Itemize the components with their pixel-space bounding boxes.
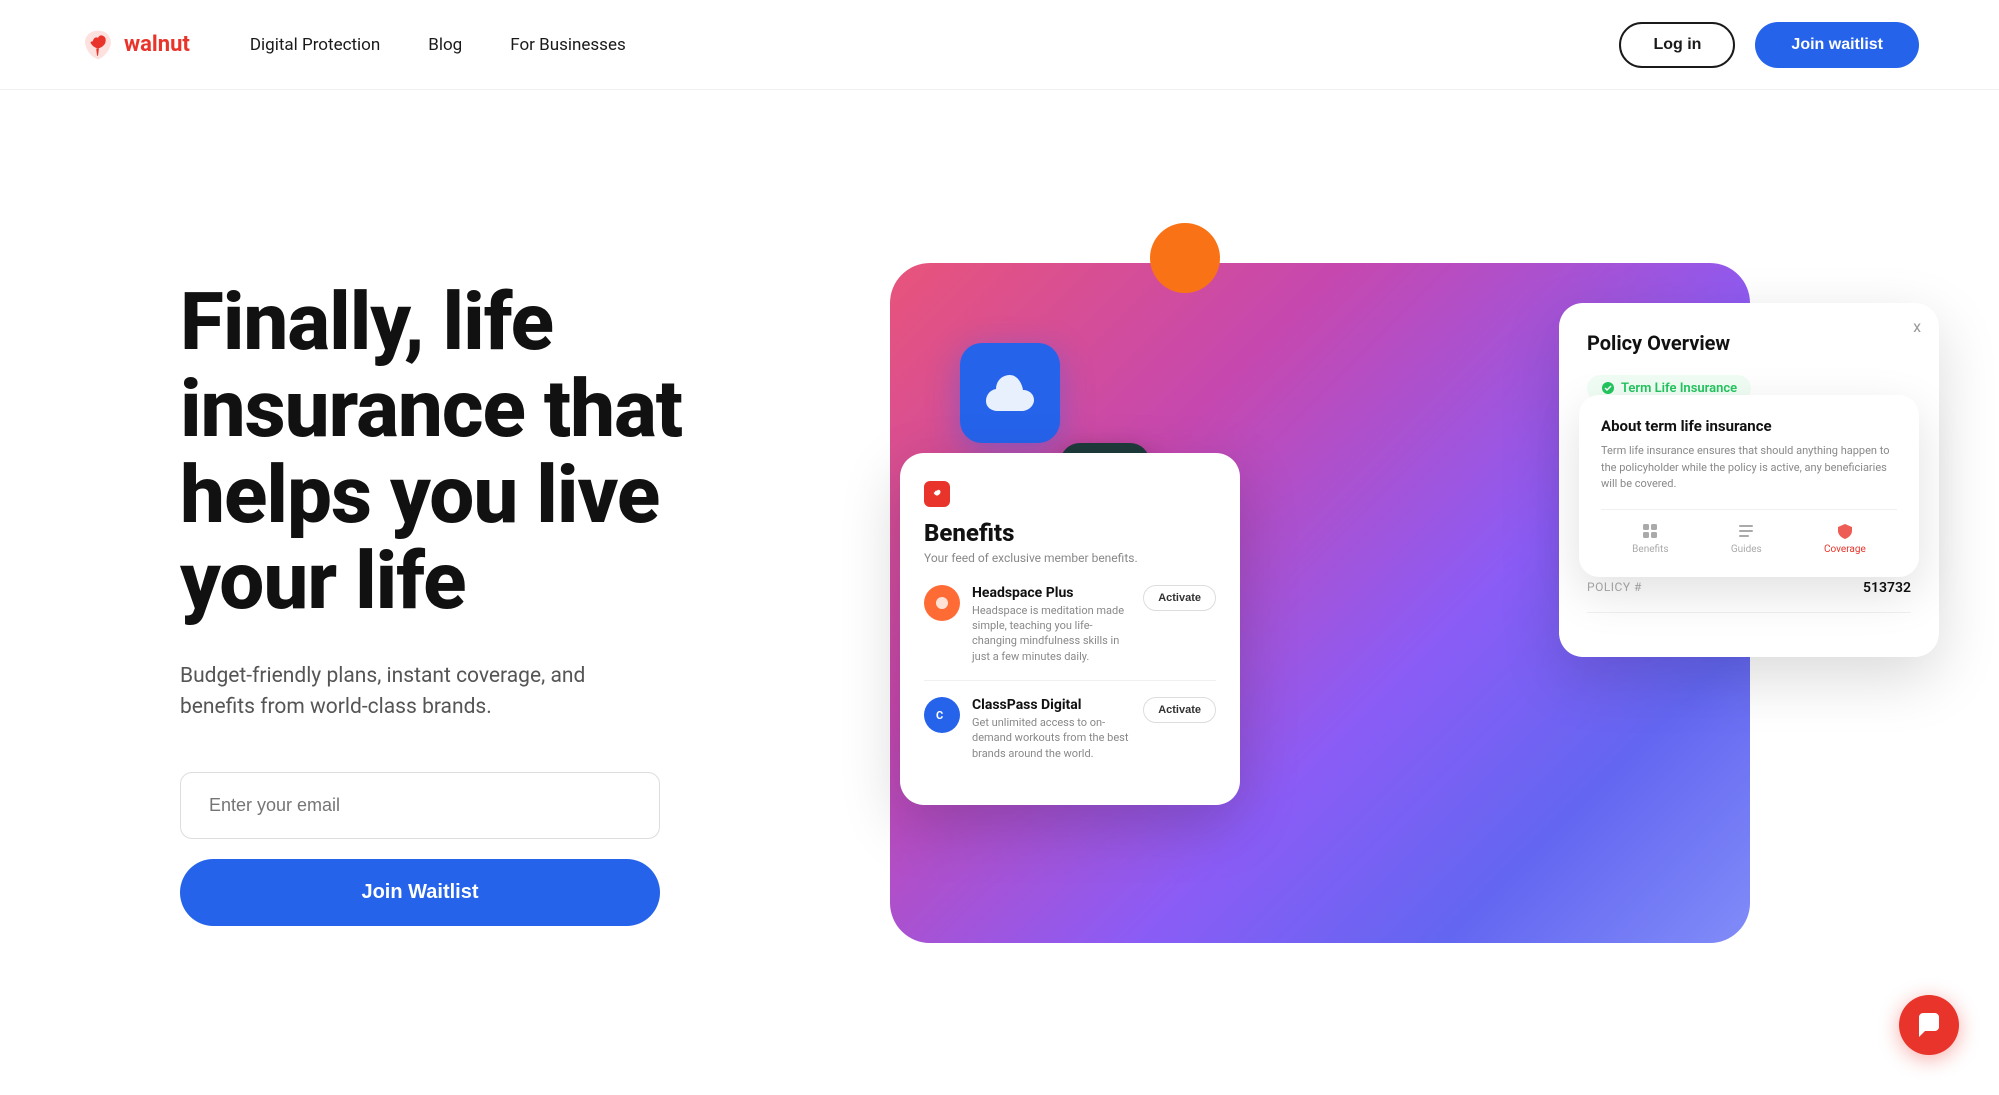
- chat-icon: [1915, 1011, 1943, 1039]
- close-button[interactable]: x: [1913, 317, 1921, 336]
- classpass-activate-button[interactable]: Activate: [1143, 697, 1216, 723]
- hero-heading: Finally, life insurance that helps you l…: [180, 279, 740, 625]
- walnut-logo-icon: [80, 27, 116, 63]
- headspace-name: Headspace Plus: [972, 585, 1131, 601]
- classpass-info: ClassPass Digital Get unlimited access t…: [972, 697, 1131, 761]
- policy-badge-text: Term Life Insurance: [1621, 381, 1737, 396]
- benefits-subtitle: Your feed of exclusive member benefits.: [924, 551, 1216, 565]
- policy-card: x Policy Overview Term Life Insurance CO…: [1559, 303, 1939, 657]
- policy-divider-2: [1587, 612, 1911, 613]
- tab-bar: Benefits Guides Cove: [1601, 509, 1897, 555]
- tab-guides[interactable]: Guides: [1731, 522, 1762, 555]
- nav-links: Digital Protection Blog For Businesses: [250, 35, 1620, 55]
- benefits-tab-icon: [1641, 522, 1659, 540]
- cloud-icon: [980, 363, 1040, 423]
- headspace-info: Headspace Plus Headspace is meditation m…: [972, 585, 1131, 665]
- headspace-icon: [924, 585, 960, 621]
- nav-link-digital-protection[interactable]: Digital Protection: [250, 35, 380, 55]
- logo-text: walnut: [124, 32, 190, 57]
- classpass-logo: C: [932, 705, 952, 725]
- about-title: About term life insurance: [1601, 417, 1897, 435]
- hero-illustration: Benefits Your feed of exclusive member b…: [840, 203, 1919, 1003]
- join-waitlist-hero-button[interactable]: Join Waitlist: [180, 859, 660, 926]
- policy-number-value: 513732: [1863, 580, 1911, 596]
- hero-subtext: Budget-friendly plans, instant coverage,…: [180, 661, 660, 724]
- tab-benefits-label: Benefits: [1632, 544, 1668, 555]
- navigation: walnut Digital Protection Blog For Busin…: [0, 0, 1999, 90]
- headspace-logo: [932, 593, 952, 613]
- login-button[interactable]: Log in: [1619, 22, 1735, 68]
- about-term-card: About term life insurance Term life insu…: [1579, 395, 1919, 577]
- nav-actions: Log in Join waitlist: [1619, 22, 1919, 68]
- classpass-name: ClassPass Digital: [972, 697, 1131, 713]
- policy-title: Policy Overview: [1587, 331, 1911, 355]
- benefit-item-classpass: C ClassPass Digital Get unlimited access…: [924, 697, 1216, 777]
- chat-bubble-button[interactable]: [1899, 995, 1959, 1055]
- headspace-activate-button[interactable]: Activate: [1143, 585, 1216, 611]
- check-icon: [1601, 381, 1615, 395]
- logo[interactable]: walnut: [80, 27, 190, 63]
- nav-link-blog[interactable]: Blog: [428, 35, 462, 55]
- coverage-tab-icon: [1836, 522, 1854, 540]
- tab-guides-label: Guides: [1731, 544, 1762, 555]
- join-waitlist-nav-button[interactable]: Join waitlist: [1755, 22, 1919, 68]
- classpass-desc: Get unlimited access to on-demand workou…: [972, 715, 1131, 761]
- walnut-small-logo: [924, 481, 950, 507]
- orange-circle-decoration: [1150, 223, 1220, 293]
- benefits-card: Benefits Your feed of exclusive member b…: [900, 453, 1240, 806]
- about-text: Term life insurance ensures that should …: [1601, 443, 1897, 493]
- nav-link-for-businesses[interactable]: For Businesses: [510, 35, 626, 55]
- benefits-title: Benefits: [924, 519, 1216, 547]
- guides-tab-icon: [1737, 522, 1755, 540]
- tab-benefits[interactable]: Benefits: [1632, 522, 1668, 555]
- svg-text:C: C: [936, 709, 943, 722]
- headspace-desc: Headspace is meditation made simple, tea…: [972, 603, 1131, 665]
- tab-coverage[interactable]: Coverage: [1824, 522, 1866, 555]
- benefit-item-headspace: Headspace Plus Headspace is meditation m…: [924, 585, 1216, 682]
- hero-section: Finally, life insurance that helps you l…: [0, 90, 1999, 1095]
- hero-left: Finally, life insurance that helps you l…: [180, 279, 780, 926]
- email-input[interactable]: [180, 772, 660, 839]
- blue-app-icon: [960, 343, 1060, 443]
- policy-row-number: POLICY # 513732: [1587, 580, 1911, 596]
- walnut-icon-small: [929, 486, 945, 502]
- classpass-icon: C: [924, 697, 960, 733]
- tab-coverage-label: Coverage: [1824, 544, 1866, 555]
- policy-number-label: POLICY #: [1587, 580, 1642, 596]
